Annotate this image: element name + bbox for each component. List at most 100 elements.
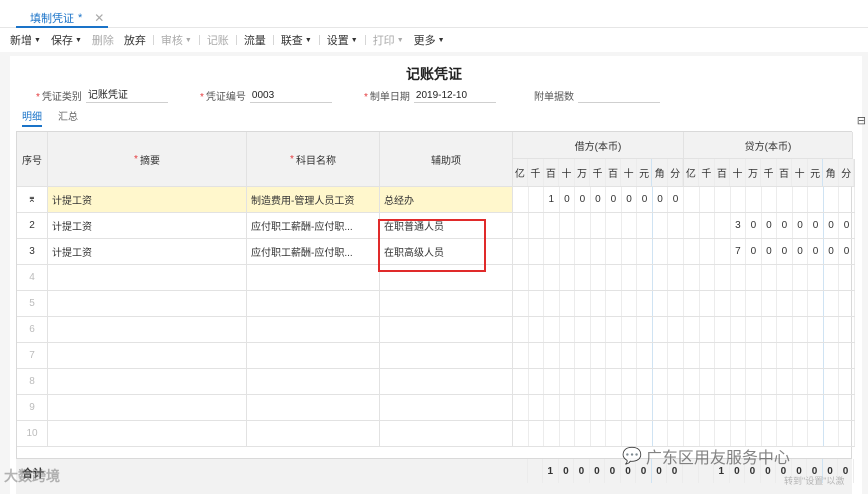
digit-cell bbox=[700, 395, 716, 420]
credit-amount-cell[interactable] bbox=[684, 343, 855, 369]
summary-cell[interactable] bbox=[48, 343, 247, 369]
account-cell[interactable] bbox=[247, 343, 380, 369]
account-cell[interactable] bbox=[247, 369, 380, 395]
voucher-number-field[interactable]: * 凭证编号 0003 bbox=[200, 87, 332, 103]
toolbar-button[interactable]: 审核 ▼ bbox=[161, 32, 192, 48]
credit-amount-cell[interactable]: 70000000 bbox=[684, 239, 855, 265]
debit-amount-cell[interactable] bbox=[513, 291, 684, 317]
voucher-date-field[interactable]: * 制单日期 2019-12-10 bbox=[364, 87, 496, 103]
debit-amount-cell[interactable] bbox=[513, 395, 684, 421]
digit-cell bbox=[591, 369, 607, 394]
toolbar-button[interactable]: 放弃 bbox=[124, 32, 146, 48]
digit-cell bbox=[746, 265, 762, 290]
header-account-label: 科目名称 bbox=[295, 155, 336, 167]
aux-cell[interactable] bbox=[380, 421, 513, 447]
credit-amount-cell[interactable] bbox=[684, 395, 855, 421]
digit-cell bbox=[762, 421, 778, 446]
digit-cell: 3 bbox=[731, 213, 747, 238]
debit-amount-cell[interactable] bbox=[513, 239, 684, 265]
digit-cell bbox=[731, 343, 747, 368]
toolbar-button-label: 保存 bbox=[50, 35, 73, 47]
toolbar-button[interactable]: 删除 bbox=[92, 32, 114, 48]
aux-cell[interactable] bbox=[380, 291, 513, 317]
toolbar-button[interactable]: 设置 ▼ bbox=[327, 32, 358, 48]
digit-cell bbox=[684, 291, 700, 316]
digit-cell bbox=[513, 239, 529, 264]
debit-amount-cell[interactable] bbox=[513, 213, 684, 239]
expand-icon[interactable]: ⊟ bbox=[857, 114, 866, 127]
debit-amount-cell[interactable] bbox=[513, 343, 684, 369]
toolbar-button[interactable]: 更多 ▼ bbox=[414, 32, 445, 48]
digit-cell bbox=[528, 459, 544, 483]
account-cell[interactable] bbox=[247, 265, 380, 291]
header-seq-label: 序号 bbox=[22, 155, 42, 167]
digit-unit-label: 十 bbox=[559, 159, 575, 186]
voucher-type-field[interactable]: * 凭证类别 记账凭证 bbox=[36, 87, 168, 103]
digit-cell bbox=[715, 239, 731, 264]
credit-amount-cell[interactable] bbox=[684, 187, 855, 213]
summary-cell[interactable] bbox=[48, 421, 247, 447]
credit-amount-cell[interactable] bbox=[684, 317, 855, 343]
credit-amount-cell[interactable] bbox=[684, 265, 855, 291]
attachment-count-input[interactable] bbox=[578, 89, 660, 103]
summary-cell[interactable] bbox=[48, 265, 247, 291]
voucher-date-value[interactable]: 2019-12-10 bbox=[413, 90, 496, 103]
summary-cell[interactable]: 计提工资 bbox=[48, 187, 247, 213]
tab-detail[interactable]: 明细 bbox=[22, 108, 42, 127]
aux-cell[interactable]: 总经办 bbox=[380, 187, 513, 213]
digit-cell bbox=[808, 421, 824, 446]
debit-amount-cell[interactable]: 100000000 bbox=[513, 187, 684, 213]
tab-summary[interactable]: 汇总 bbox=[58, 108, 78, 124]
account-cell[interactable] bbox=[247, 395, 380, 421]
digit-cell bbox=[762, 187, 778, 212]
account-cell[interactable]: 制造费用-管理人员工资 bbox=[247, 187, 380, 213]
aux-cell[interactable] bbox=[380, 395, 513, 421]
debit-amount-cell[interactable] bbox=[513, 265, 684, 291]
digit-cell bbox=[606, 317, 622, 342]
toolbar-button[interactable]: 新增 ▼ bbox=[10, 32, 41, 48]
required-mark: * bbox=[200, 92, 204, 103]
digit-cell bbox=[700, 265, 716, 290]
digit-cell bbox=[824, 369, 840, 394]
digit-cell bbox=[560, 421, 576, 446]
account-cell[interactable]: 应付职工薪酬-应付职... bbox=[247, 239, 380, 265]
digit-cell bbox=[824, 343, 840, 368]
row-seq-label: 2 bbox=[29, 220, 35, 231]
account-cell[interactable]: 应付职工薪酬-应付职... bbox=[247, 213, 380, 239]
summary-cell[interactable] bbox=[48, 395, 247, 421]
summary-cell[interactable]: 计提工资 bbox=[48, 239, 247, 265]
toolbar-separator bbox=[152, 35, 154, 45]
digit-cell bbox=[839, 395, 855, 420]
digit-columns bbox=[684, 317, 855, 342]
toolbar-button[interactable]: 记账 bbox=[207, 32, 229, 48]
credit-amount-cell[interactable]: 30000000 bbox=[684, 213, 855, 239]
row-seq-label: 10 bbox=[26, 428, 38, 439]
digit-cell bbox=[529, 317, 545, 342]
close-icon[interactable]: ✕ bbox=[94, 11, 104, 25]
debit-amount-cell[interactable] bbox=[513, 317, 684, 343]
toolbar-button[interactable]: 打印 ▼ bbox=[373, 32, 404, 48]
voucher-number-value[interactable]: 0003 bbox=[249, 90, 332, 103]
voucher-type-value[interactable]: 记账凭证 bbox=[85, 86, 168, 103]
toolbar-button[interactable]: 流量 bbox=[244, 32, 266, 48]
attachment-count-field[interactable]: 附单据数 bbox=[534, 87, 660, 103]
summary-cell[interactable] bbox=[48, 291, 247, 317]
toolbar-button[interactable]: 联查 ▼ bbox=[281, 32, 312, 48]
tab-voucher-entry[interactable]: 填制凭证 * ✕ bbox=[16, 8, 114, 28]
summary-cell[interactable] bbox=[48, 369, 247, 395]
digit-unit-label: 百 bbox=[544, 159, 560, 186]
summary-cell[interactable]: 计提工资 bbox=[48, 213, 247, 239]
toolbar-button[interactable]: 保存 ▼ bbox=[51, 32, 82, 48]
account-cell[interactable] bbox=[247, 317, 380, 343]
credit-amount-cell[interactable] bbox=[684, 291, 855, 317]
summary-cell[interactable] bbox=[48, 317, 247, 343]
aux-cell[interactable] bbox=[380, 317, 513, 343]
debit-amount-cell[interactable] bbox=[513, 369, 684, 395]
aux-cell[interactable] bbox=[380, 369, 513, 395]
digit-cell bbox=[637, 317, 653, 342]
credit-amount-cell[interactable] bbox=[684, 369, 855, 395]
account-cell[interactable] bbox=[247, 421, 380, 447]
aux-cell[interactable] bbox=[380, 343, 513, 369]
account-cell[interactable] bbox=[247, 291, 380, 317]
header-credit-label: 贷方(本币) bbox=[744, 141, 792, 153]
